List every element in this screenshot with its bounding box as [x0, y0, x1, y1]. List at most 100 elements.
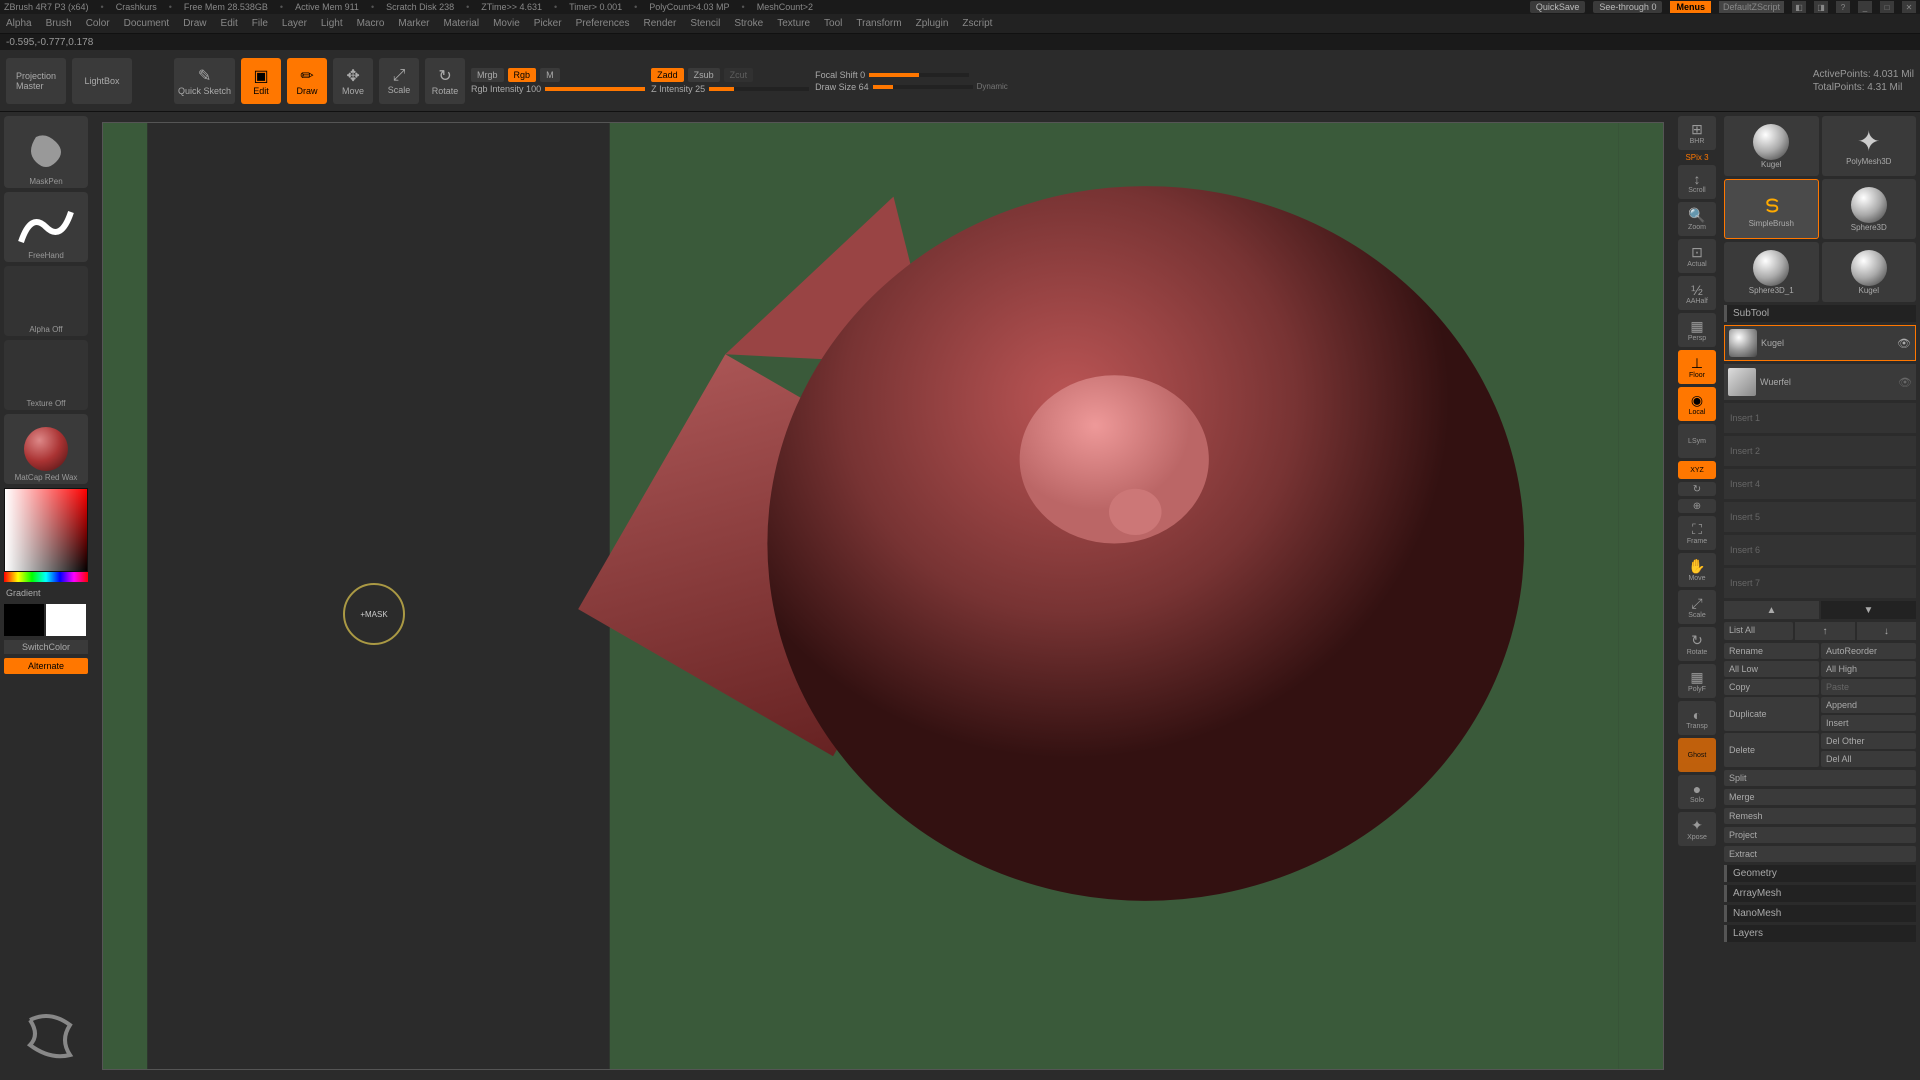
- delete-button[interactable]: Delete: [1724, 733, 1819, 767]
- scroll-button[interactable]: ↕Scroll: [1678, 165, 1716, 199]
- tool-simplebrush[interactable]: ടSimpleBrush: [1724, 179, 1819, 239]
- tool-sphere3d[interactable]: Sphere3D: [1822, 179, 1917, 239]
- minimize-icon[interactable]: _: [1858, 1, 1872, 13]
- insert-button[interactable]: Insert: [1821, 715, 1916, 731]
- remesh-button[interactable]: Remesh: [1724, 808, 1916, 824]
- bhr-button[interactable]: ⊞BHR: [1678, 116, 1716, 150]
- rgb-intensity-label[interactable]: Rgb Intensity 100: [471, 84, 541, 94]
- focal-shift-slider[interactable]: [869, 73, 969, 77]
- draw-size-slider[interactable]: [873, 85, 973, 89]
- draw-mode-button[interactable]: ✏Draw: [287, 58, 327, 104]
- menu-stroke[interactable]: Stroke: [734, 18, 763, 29]
- switch-color-button[interactable]: SwitchColor: [4, 640, 88, 654]
- dynamic-label[interactable]: Dynamic: [977, 82, 1008, 91]
- menu-marker[interactable]: Marker: [398, 18, 429, 29]
- del-all-button[interactable]: Del All: [1821, 751, 1916, 767]
- menu-stencil[interactable]: Stencil: [690, 18, 720, 29]
- persp-button[interactable]: ▦Persp: [1678, 313, 1716, 347]
- menu-brush[interactable]: Brush: [46, 18, 72, 29]
- xyz-button[interactable]: XYZ: [1678, 461, 1716, 479]
- menu-layer[interactable]: Layer: [282, 18, 307, 29]
- list-all-button[interactable]: List All: [1724, 622, 1793, 640]
- rename-button[interactable]: Rename: [1724, 643, 1819, 659]
- menu-edit[interactable]: Edit: [221, 18, 238, 29]
- menu-picker[interactable]: Picker: [534, 18, 562, 29]
- floor-button[interactable]: ⊥Floor: [1678, 350, 1716, 384]
- draw-size-label[interactable]: Draw Size 64: [815, 82, 869, 92]
- ghost-button[interactable]: Ghost: [1678, 738, 1716, 772]
- m-button[interactable]: M: [540, 68, 560, 82]
- subtool-empty-slot[interactable]: Insert 4: [1724, 469, 1916, 499]
- menu-zplugin[interactable]: Zplugin: [916, 18, 949, 29]
- subtool-empty-slot[interactable]: Insert 6: [1724, 535, 1916, 565]
- alpha-selector[interactable]: Alpha Off: [4, 266, 88, 336]
- merge-button[interactable]: Merge: [1724, 789, 1916, 805]
- geometry-section[interactable]: Geometry: [1724, 865, 1916, 882]
- move-up-button[interactable]: ▲: [1724, 601, 1819, 619]
- menu-draw[interactable]: Draw: [183, 18, 206, 29]
- lightbox-button[interactable]: LightBox: [72, 58, 132, 104]
- project-button[interactable]: Project: [1724, 827, 1916, 843]
- solo-button[interactable]: ●Solo: [1678, 775, 1716, 809]
- layout-left-icon[interactable]: ◧: [1792, 1, 1806, 13]
- rgb-button[interactable]: Rgb: [508, 68, 537, 82]
- layers-section[interactable]: Layers: [1724, 925, 1916, 942]
- menu-alpha[interactable]: Alpha: [6, 18, 32, 29]
- menu-material[interactable]: Material: [444, 18, 480, 29]
- paste-button[interactable]: Paste: [1821, 679, 1916, 695]
- axis-rotate-icon[interactable]: ↻: [1678, 482, 1716, 496]
- menu-movie[interactable]: Movie: [493, 18, 520, 29]
- move-mode-button[interactable]: ✥Move: [333, 58, 373, 104]
- help-icon[interactable]: ?: [1836, 1, 1850, 13]
- nav-up-button[interactable]: ↑: [1795, 622, 1854, 640]
- split-button[interactable]: Split: [1724, 770, 1916, 786]
- zsub-button[interactable]: Zsub: [688, 68, 720, 82]
- tool-polymesh3d[interactable]: ✦PolyMesh3D: [1822, 116, 1917, 176]
- menu-color[interactable]: Color: [86, 18, 110, 29]
- local-button[interactable]: ◉Local: [1678, 387, 1716, 421]
- frame-button[interactable]: ⛶Frame: [1678, 516, 1716, 550]
- actual-button[interactable]: ⊡Actual: [1678, 239, 1716, 273]
- menu-zscript[interactable]: Zscript: [962, 18, 992, 29]
- subtool-empty-slot[interactable]: Insert 2: [1724, 436, 1916, 466]
- scale-mode-button[interactable]: ⤢Scale: [379, 58, 419, 104]
- close-icon[interactable]: ✕: [1902, 1, 1916, 13]
- aahalf-button[interactable]: ½AAHalf: [1678, 276, 1716, 310]
- menu-macro[interactable]: Macro: [357, 18, 385, 29]
- default-zscript[interactable]: DefaultZScript: [1719, 1, 1784, 13]
- material-selector[interactable]: MatCap Red Wax: [4, 414, 88, 484]
- visibility-eye-icon[interactable]: 👁: [1898, 376, 1912, 389]
- append-button[interactable]: Append: [1821, 697, 1916, 713]
- rotate-view-button[interactable]: ↻Rotate: [1678, 627, 1716, 661]
- menu-tool[interactable]: Tool: [824, 18, 842, 29]
- subtool-row-kugel[interactable]: Kugel 👁: [1724, 325, 1916, 361]
- nav-down-button[interactable]: ↓: [1857, 622, 1916, 640]
- alternate-button[interactable]: Alternate: [4, 658, 88, 674]
- texture-selector[interactable]: Texture Off: [4, 340, 88, 410]
- duplicate-button[interactable]: Duplicate: [1724, 697, 1819, 731]
- nanomesh-section[interactable]: NanoMesh: [1724, 905, 1916, 922]
- subtool-empty-slot[interactable]: Insert 7: [1724, 568, 1916, 598]
- rgb-intensity-slider[interactable]: [545, 87, 645, 91]
- z-intensity-label[interactable]: Z Intensity 25: [651, 84, 705, 94]
- xpose-button[interactable]: ✦Xpose: [1678, 812, 1716, 846]
- gradient-label[interactable]: Gradient: [4, 586, 88, 600]
- lsym-button[interactable]: LSym: [1678, 424, 1716, 458]
- all-low-button[interactable]: All Low: [1724, 661, 1819, 677]
- visibility-eye-icon[interactable]: 👁: [1897, 337, 1911, 350]
- brush-selector[interactable]: MaskPen: [4, 116, 88, 188]
- seethrough-slider[interactable]: See-through 0: [1593, 1, 1662, 13]
- subtool-empty-slot[interactable]: Insert 5: [1724, 502, 1916, 532]
- focal-shift-label[interactable]: Focal Shift 0: [815, 70, 865, 80]
- all-high-button[interactable]: All High: [1821, 661, 1916, 677]
- tool-kugel[interactable]: Kugel: [1724, 116, 1819, 176]
- quicksave-button[interactable]: QuickSave: [1530, 1, 1586, 13]
- projection-master-button[interactable]: Projection Master: [6, 58, 66, 104]
- menu-texture[interactable]: Texture: [777, 18, 810, 29]
- menus-button[interactable]: Menus: [1670, 1, 1711, 13]
- tool-sphere3d-1[interactable]: Sphere3D_1: [1724, 242, 1819, 302]
- transp-button[interactable]: ◐Transp: [1678, 701, 1716, 735]
- spix-label[interactable]: SPix 3: [1685, 153, 1708, 162]
- copy-button[interactable]: Copy: [1724, 679, 1819, 695]
- axis-center-icon[interactable]: ⊕: [1678, 499, 1716, 513]
